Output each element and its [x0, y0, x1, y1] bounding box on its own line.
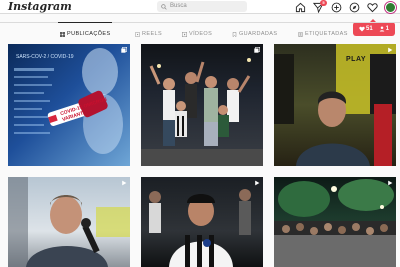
- tab-label: PUBLICAÇÕES: [67, 31, 111, 37]
- messages-badge: 5: [320, 0, 327, 6]
- video-icon: [388, 47, 393, 53]
- post-thumbnail-2[interactable]: [141, 44, 263, 166]
- tab-label: REELS: [142, 31, 163, 37]
- post-image: [274, 179, 396, 267]
- search-icon: [161, 3, 167, 10]
- tab-label: GUARDADAS: [239, 31, 278, 37]
- profile-avatar: [384, 1, 396, 13]
- post-thumbnail-6[interactable]: [274, 177, 396, 267]
- reels-icon: [135, 31, 140, 37]
- video-icon: [182, 31, 187, 37]
- activity-icon: [366, 2, 378, 12]
- search-input[interactable]: Busca: [157, 1, 247, 12]
- direct-messages-button[interactable]: 5: [312, 0, 327, 13]
- profile-tabs: PUBLICAÇÕES REELS VÍDEOS GUARDADAS ETIQU…: [0, 22, 400, 44]
- post-image: [141, 58, 263, 166]
- carousel-icon: [254, 47, 260, 53]
- grid-icon: [60, 31, 65, 37]
- post-thumbnail-1[interactable]: SARS-COV-2 / COVID-19 COVID-19 OMICRON V…: [8, 44, 130, 166]
- explore-button[interactable]: [348, 1, 360, 13]
- tab-publicacoes[interactable]: PUBLICAÇÕES: [60, 29, 111, 39]
- post-scene-text: SARS-COV-2 / COVID-19: [16, 54, 74, 60]
- video-icon: [388, 180, 393, 186]
- search-placeholder: Busca: [170, 3, 187, 9]
- tab-videos[interactable]: VÍDEOS: [182, 29, 212, 39]
- new-post-icon: [331, 2, 341, 12]
- tab-guardadas[interactable]: GUARDADAS: [232, 29, 277, 39]
- new-post-button[interactable]: [330, 1, 342, 13]
- activity-button[interactable]: [366, 1, 378, 13]
- post-image: [149, 189, 251, 267]
- video-icon: [255, 180, 260, 186]
- tab-label: VÍDEOS: [189, 31, 213, 37]
- video-icon: [122, 180, 127, 186]
- tab-reels[interactable]: REELS: [135, 29, 162, 39]
- top-navigation-bar: Instagram Busca 5: [0, 0, 400, 14]
- bookmark-icon: [232, 31, 237, 37]
- profile-button[interactable]: [384, 1, 396, 13]
- post-image: [274, 44, 396, 166]
- tab-label: ETIQUETADAS: [305, 31, 348, 37]
- post-thumbnail-3[interactable]: PLAY: [274, 44, 396, 166]
- home-button[interactable]: [294, 1, 306, 13]
- post-thumbnail-5[interactable]: [141, 177, 263, 267]
- tab-etiquetadas[interactable]: ETIQUETADAS: [298, 29, 348, 39]
- post-caption: PLAY: [346, 56, 367, 63]
- explore-icon: [349, 2, 359, 12]
- active-tab-indicator: [58, 22, 112, 23]
- home-icon: [295, 2, 305, 12]
- post-image: [8, 177, 130, 267]
- tagged-icon: [298, 31, 303, 37]
- instagram-logo[interactable]: Instagram: [8, 0, 72, 14]
- post-thumbnail-4[interactable]: [8, 177, 130, 267]
- carousel-icon: [121, 47, 127, 53]
